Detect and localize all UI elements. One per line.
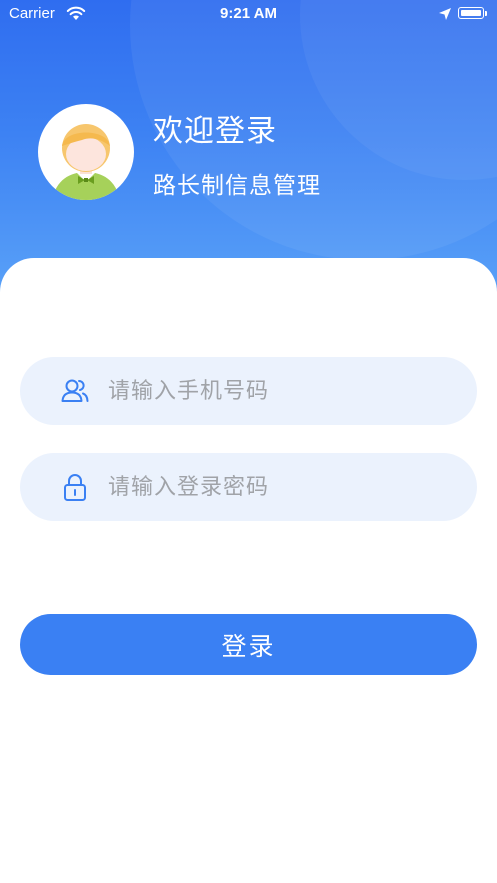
users-icon xyxy=(61,379,89,402)
avatar xyxy=(38,104,134,200)
password-field[interactable] xyxy=(20,453,477,521)
clock: 9:21 AM xyxy=(220,5,277,22)
app-subtitle: 路长制信息管理 xyxy=(153,173,321,199)
battery-cap xyxy=(485,11,487,16)
login-screen: Carrier 9:21 AM 欢迎登录 路长制信息管理 请输入手机号码 登录 xyxy=(0,0,497,883)
battery-icon xyxy=(458,7,484,19)
avatar-illustration xyxy=(52,124,120,200)
location-arrow-icon xyxy=(439,8,451,20)
status-bar: Carrier 9:21 AM xyxy=(0,0,497,28)
lock-icon xyxy=(64,474,86,501)
phone-field[interactable] xyxy=(20,357,477,425)
phone-input[interactable] xyxy=(108,357,458,425)
login-card xyxy=(0,258,497,883)
welcome-title: 欢迎登录 xyxy=(153,114,277,149)
login-button[interactable]: 登录 xyxy=(20,614,477,675)
password-input[interactable] xyxy=(108,453,458,521)
